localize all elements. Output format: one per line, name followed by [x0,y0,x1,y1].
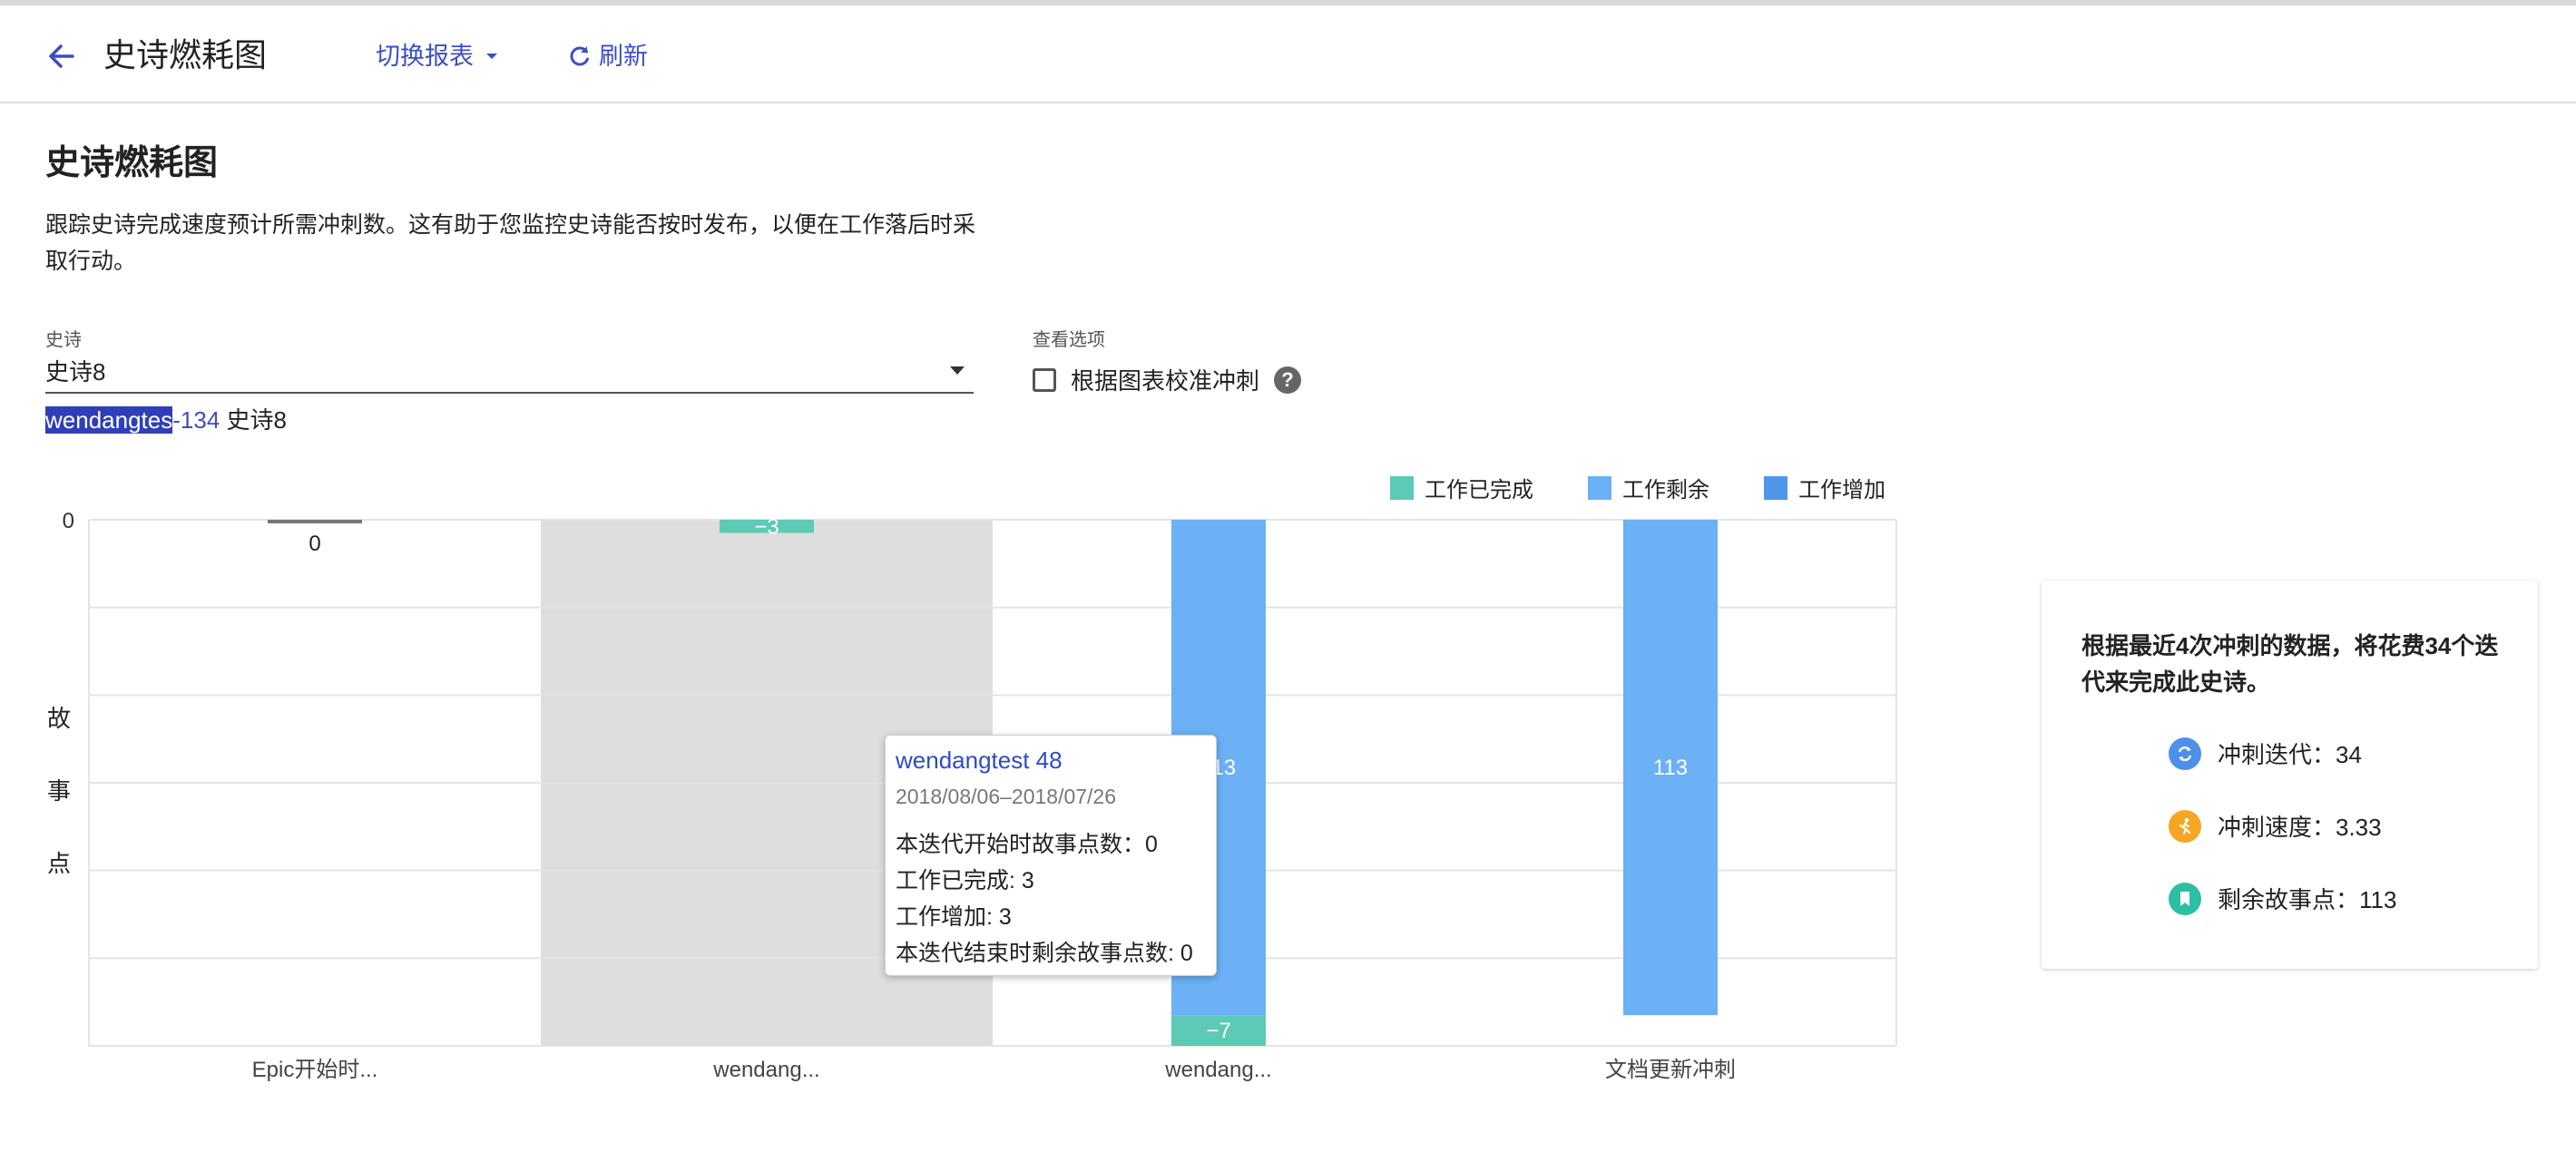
page-header: 史诗燃耗图 切换报表 刷新 [0,5,2576,103]
switch-report-label: 切换报表 [376,43,474,70]
page-title: 史诗燃耗图 [45,144,219,182]
stat-velocity: 冲刺速度：3.33 [2169,809,2382,843]
tooltip-end-remaining: 本迭代结束时剩余故事点数: 0 [896,941,1193,966]
back-arrow-icon[interactable] [44,38,80,74]
stat-remaining-label: 剩余故事点：113 [2218,886,2397,913]
stat-sprints-label: 冲刺迭代：34 [2218,741,2362,768]
bar-data-label: −3 [754,514,779,539]
y-axis-label-char: 事 [46,777,71,805]
tooltip-added: 工作增加: 3 [896,904,1012,930]
tooltip-date: 2018/08/06–2018/07/26 [896,785,1117,808]
refresh-button[interactable]: 刷新 [568,38,648,74]
stat-sprints: 冲刺迭代：34 [2169,737,2362,770]
forecast-text: 根据最近4次冲刺的数据，将花费34个迭代来完成此史诗。 [2081,632,2499,696]
runner-icon [2169,809,2201,843]
view-options-label: 查看选项 [1033,330,1105,350]
bar-data-label: 0 [309,532,320,556]
bar-data-label: −7 [1206,1019,1230,1043]
page-description: 跟踪史诗完成速度预计所需冲刺数。这有助于您监控史诗能否按时发布，以便在工作落后时… [45,212,976,274]
epic-link-key-rest: -134 [172,406,220,434]
refresh-label: 刷新 [599,43,648,70]
help-icon[interactable]: ? [1274,366,1302,394]
y-axis-label: 故事点 [45,682,73,900]
tooltip-done: 工作已完成: 3 [896,868,1034,893]
forecast-card: 根据最近4次冲刺的数据，将花费34个迭代来完成此史诗。 冲刺迭代：34 冲刺速度… [2042,581,2538,969]
x-tick-label: wendang... [712,1058,819,1082]
epic-link-key-selected: wendangtes [45,406,173,434]
switch-report-button[interactable]: 切换报表 [376,38,499,74]
epic-link-name: 史诗8 [226,406,287,434]
epic-field-label: 史诗 [45,330,82,350]
caret-down-icon [486,54,497,59]
stat-velocity-label: 冲刺速度：3.33 [2218,814,2382,841]
tooltip-title: wendangtest 48 [896,747,1063,774]
x-tick-label: Epic开始时... [252,1058,378,1082]
tooltip-start-points: 本迭代开始时故事点数：0 [896,832,1158,857]
refresh-icon [570,46,589,66]
y-axis-label-char: 点 [46,850,71,877]
calibrate-label: 根据图表校准冲刺 [1071,367,1260,395]
bar-data-label: 113 [1653,756,1688,780]
y-tick-label: 0 [63,509,74,533]
dropdown-arrow-icon [950,366,965,375]
header-title: 史诗燃耗图 [103,36,268,73]
bookmark-icon [2169,882,2201,915]
x-tick-label: 文档更新冲刺 [1605,1058,1736,1082]
epic-select-value: 史诗8 [45,358,106,386]
sprint-cycle-icon [2169,737,2201,770]
calibrate-option: 根据图表校准冲刺 ? [1033,363,1302,396]
x-tick-label: wendang... [1164,1058,1271,1082]
stat-remaining: 剩余故事点：113 [2169,882,2396,915]
epic-select[interactable]: 史诗8 [45,350,974,394]
calibrate-checkbox[interactable] [1033,367,1056,392]
epic-link[interactable]: wendangtes-134 史诗8 [45,404,287,436]
y-axis-label-char: 故 [46,705,71,732]
chart-tooltip: wendangtest 48 2018/08/06–2018/07/26 本迭代… [885,735,1217,976]
